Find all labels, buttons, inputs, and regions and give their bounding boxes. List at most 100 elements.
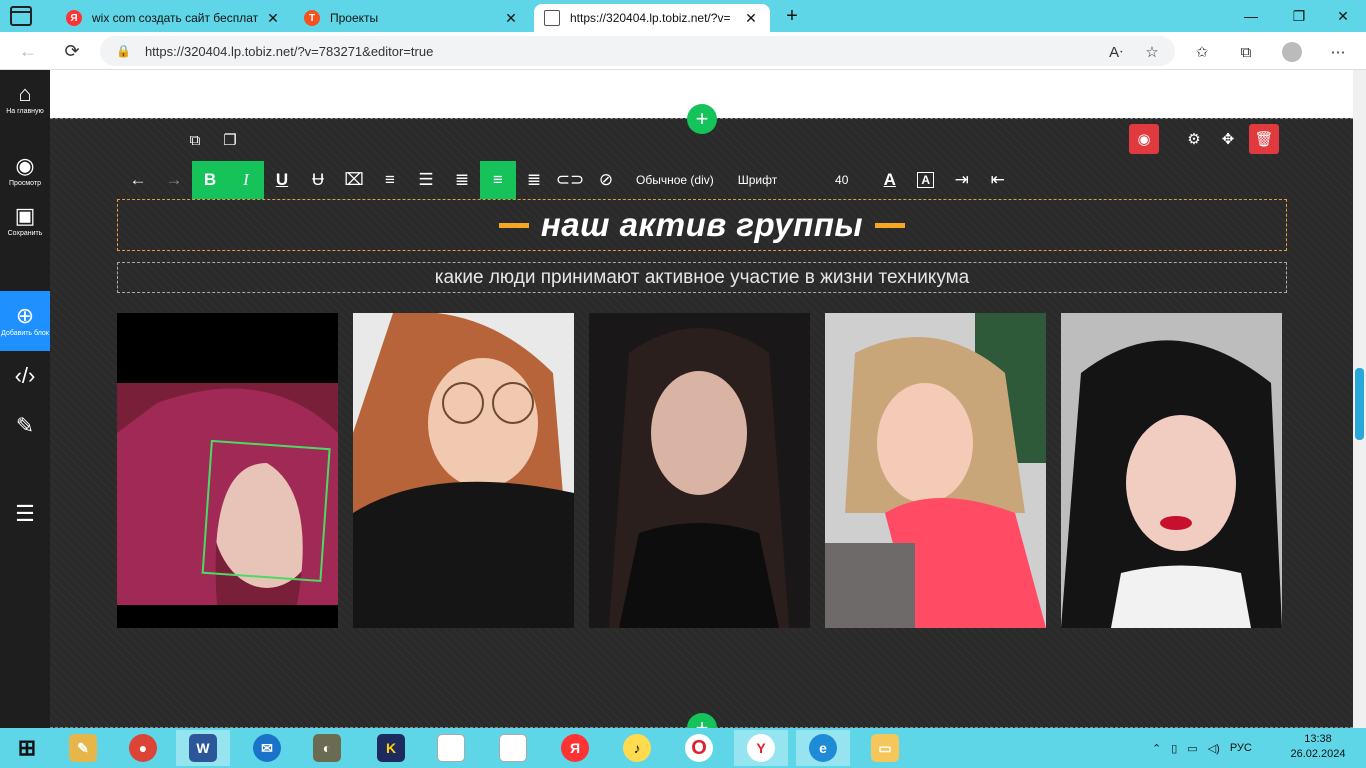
more-menu-button[interactable]: ⋯	[1326, 40, 1350, 64]
gears-icon[interactable]: ⚙	[1182, 127, 1206, 151]
clock[interactable]: 13:38 26.02.2024	[1290, 732, 1346, 762]
network-icon[interactable]: ▭	[1187, 742, 1197, 755]
taskbar-paint[interactable]: ✎	[56, 730, 110, 766]
preview-button[interactable]: ◉ Просмотр	[0, 154, 50, 188]
folder-icon: ▭	[871, 734, 899, 762]
settings-button[interactable]: ☰	[0, 502, 50, 526]
trash-icon: 🗑	[1254, 131, 1274, 148]
subtitle-block[interactable]: какие люди принимают активное участие в …	[117, 262, 1287, 293]
taskbar-thunderbird[interactable]: ✉	[240, 730, 294, 766]
outdent-icon[interactable]: ⇤	[980, 161, 1016, 199]
close-icon[interactable]: ✕	[742, 10, 760, 27]
read-aloud-icon[interactable]: Aᐧ	[1104, 40, 1128, 64]
color-picker-button[interactable]: ✎	[0, 414, 50, 438]
restore-button[interactable]: ❐	[1276, 0, 1322, 32]
unlink-icon[interactable]: ⊘	[588, 161, 624, 199]
link-icon[interactable]: ⊂⊃	[552, 161, 588, 199]
ordered-list-icon[interactable]: ≡	[372, 161, 408, 199]
member-photo-2[interactable]	[353, 313, 574, 628]
minimize-button[interactable]: —	[1228, 0, 1274, 32]
taskbar-explorer[interactable]: ▭	[858, 730, 912, 766]
reload-button[interactable]: ⟳	[60, 39, 84, 63]
italic-button[interactable]: I	[228, 161, 264, 199]
taskbar-yandex-browser[interactable]: Y	[734, 730, 788, 766]
add-block-above-button[interactable]: +	[687, 104, 717, 134]
gimp-icon: ◐	[313, 734, 341, 762]
tab-editor[interactable]: https://320404.lp.tobiz.net/?v= ✕	[534, 4, 770, 32]
page-subtitle[interactable]: какие люди принимают активное участие в …	[435, 267, 970, 289]
page-scrollbar[interactable]	[1353, 70, 1366, 728]
member-photo-3[interactable]	[589, 313, 810, 628]
close-icon[interactable]: ✕	[264, 10, 282, 27]
profile-button[interactable]	[1280, 40, 1304, 64]
taskbar-file-1[interactable]	[424, 730, 478, 766]
format-select[interactable]: Обычное (div)	[624, 161, 726, 199]
add-favorite-icon[interactable]: ☆	[1140, 40, 1164, 64]
k-app-icon: K	[377, 734, 405, 762]
font-select[interactable]: Шрифт	[726, 161, 812, 199]
delete-block-button[interactable]: 🗑	[1249, 124, 1279, 154]
battery-icon[interactable]: ▯	[1171, 742, 1177, 755]
scrollbar-thumb[interactable]	[1355, 368, 1364, 440]
page-title[interactable]: наш актив группы	[541, 206, 863, 244]
redo-button[interactable]: →	[156, 161, 192, 199]
indent-icon[interactable]: ⇥	[944, 161, 980, 199]
taskbar-edge[interactable]: e	[796, 730, 850, 766]
add-block-button[interactable]: ⊕ Добавить блок	[0, 291, 50, 351]
volume-icon[interactable]: ◁)	[1208, 742, 1220, 755]
taskbar-yandex-music[interactable]: ♪	[610, 730, 664, 766]
text-color-icon[interactable]: A	[872, 161, 908, 199]
file-icon	[437, 734, 465, 762]
home-button[interactable]: ⌂ На главную	[0, 82, 50, 116]
member-photo-1[interactable]	[117, 313, 338, 628]
paste-block-icon[interactable]: ❐	[218, 128, 242, 152]
undo-button[interactable]: ←	[120, 161, 156, 199]
underline-button[interactable]: U	[264, 161, 300, 199]
unordered-list-icon[interactable]: ☰	[408, 161, 444, 199]
tray-chevron-icon[interactable]: ⌃	[1152, 742, 1161, 755]
close-icon[interactable]: ✕	[502, 10, 520, 27]
close-window-button[interactable]: ✕	[1320, 0, 1366, 32]
tab-projects[interactable]: T Проекты ✕	[294, 4, 530, 32]
page-icon	[544, 10, 560, 26]
taskbar-gimp[interactable]: ◐	[300, 730, 354, 766]
taskbar-opera[interactable]: O	[672, 730, 726, 766]
tab-wix[interactable]: Я wix com создать сайт бесплатн ✕	[56, 4, 292, 32]
align-center-icon[interactable]: ≡	[480, 161, 516, 199]
save-button[interactable]: ▣ Сохранить	[0, 204, 50, 238]
new-tab-button[interactable]: +	[780, 4, 804, 28]
taskbar-file-2[interactable]	[486, 730, 540, 766]
align-left-icon[interactable]: ≣	[444, 161, 480, 199]
taskbar-yandex[interactable]: Я	[548, 730, 602, 766]
collections-icon[interactable]: ⧉	[1234, 40, 1258, 64]
eye-icon: ◉	[15, 153, 35, 178]
member-photo-4[interactable]	[825, 313, 1046, 628]
language-indicator[interactable]: РУС	[1230, 742, 1252, 754]
align-right-icon[interactable]: ≣	[516, 161, 552, 199]
text-toolbar: ← → B I U Ʉ ⌧ ≡ ☰ ≣ ≡ ≣ ⊂⊃ ⊘ Обычное (di…	[120, 161, 1016, 199]
windows-taskbar: ⊞ ✎ ● W ✉ ◐ K Я ♪ O Y e ▭ ⌃ ▯ ▭ ◁) РУС 1…	[0, 728, 1366, 768]
taskbar-chrome[interactable]: ●	[116, 730, 170, 766]
eyedropper-icon: ✎	[15, 413, 35, 438]
copy-block-icon[interactable]: ⧉	[183, 128, 207, 152]
clear-format-icon[interactable]: ⌧	[336, 161, 372, 199]
tab-actions-icon[interactable]	[10, 6, 32, 26]
back-button[interactable]: ←	[16, 39, 40, 63]
taskbar-kiosk[interactable]: K	[364, 730, 418, 766]
bold-button[interactable]: B	[192, 161, 228, 199]
favorites-icon[interactable]: ✩	[1190, 40, 1214, 64]
start-button[interactable]: ⊞	[0, 730, 54, 766]
floppy-icon: ▣	[14, 203, 36, 228]
move-icon[interactable]: ✥	[1216, 127, 1240, 151]
bg-color-icon[interactable]: A	[908, 161, 944, 199]
title-block[interactable]: наш актив группы	[117, 199, 1287, 251]
code-button[interactable]: ‹/›	[0, 364, 50, 388]
font-size-field[interactable]: 40	[812, 161, 872, 199]
taskbar-word[interactable]: W	[176, 730, 230, 766]
clock-date: 26.02.2024	[1290, 748, 1346, 760]
strikethrough-icon[interactable]: Ʉ	[300, 161, 336, 199]
paint-icon: ✎	[69, 734, 97, 762]
hide-block-button[interactable]: ◉	[1129, 124, 1159, 154]
member-photo-5[interactable]	[1061, 313, 1282, 628]
url-field[interactable]: 🔒 https://320404.lp.tobiz.net/?v=783271&…	[100, 36, 1175, 66]
